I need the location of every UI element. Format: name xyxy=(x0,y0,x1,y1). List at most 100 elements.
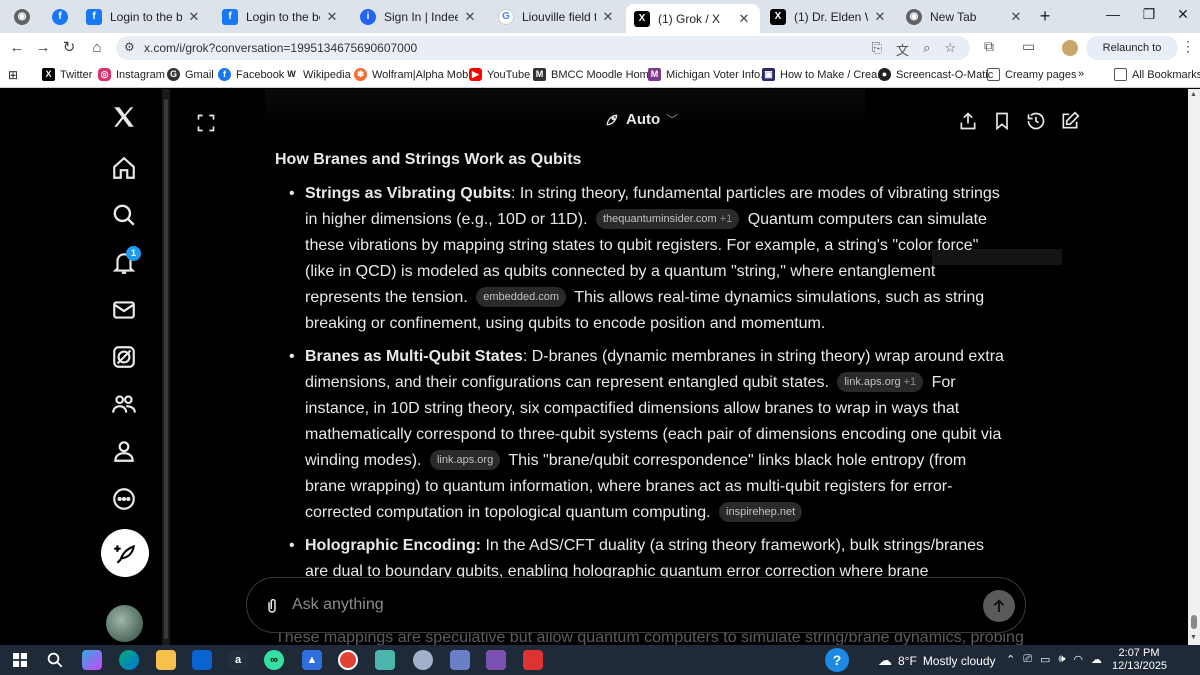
extensions-icon[interactable]: ⧉ xyxy=(984,38,994,55)
tab-login-1[interactable]: f Login to the best dat ✕ xyxy=(78,4,210,29)
communities-icon[interactable] xyxy=(110,390,138,418)
source-chip[interactable]: inspirehep.net xyxy=(719,502,803,522)
bookmark-facebook[interactable]: f Facebook xyxy=(218,68,284,81)
bookmark-michigan[interactable]: M Michigan Voter Info... xyxy=(648,68,769,81)
source-chip[interactable]: link.aps.org +1 xyxy=(837,372,924,392)
install-app-icon[interactable]: ⎘ xyxy=(872,40,882,59)
close-icon[interactable]: ✕ xyxy=(324,9,340,25)
avatar[interactable] xyxy=(106,605,143,642)
chevron-up-icon[interactable]: ⌃ xyxy=(1006,653,1015,666)
site-info-icon[interactable]: ⚙ xyxy=(124,40,135,54)
close-icon[interactable]: ✕ xyxy=(600,9,616,25)
tab-login-2[interactable]: f Login to the best dat ✕ xyxy=(214,4,348,29)
window-close-icon[interactable]: ✕ xyxy=(1168,6,1198,23)
weather-widget[interactable]: ☁ 8°F Mostly cloudy xyxy=(878,652,996,669)
app-icon-2[interactable] xyxy=(413,650,433,670)
sidebar-scrollbar[interactable] xyxy=(162,89,170,645)
file-explorer-icon[interactable] xyxy=(156,650,176,670)
x-logo-icon[interactable] xyxy=(110,103,138,131)
all-bookmarks[interactable]: All Bookmarks xyxy=(1114,68,1200,81)
tab-chrome[interactable]: ◉ xyxy=(6,4,42,29)
source-chip[interactable]: thequantuminsider.com +1 xyxy=(595,209,740,229)
tripadvisor-icon[interactable]: ∞ xyxy=(264,650,284,670)
amazon-icon[interactable]: a xyxy=(228,650,248,670)
bookmark-star-icon[interactable]: ☆ xyxy=(944,40,956,59)
forward-icon[interactable]: → xyxy=(32,38,54,58)
bookmark-wikipedia[interactable]: W Wikipedia xyxy=(285,68,351,81)
app-icon-3[interactable] xyxy=(486,650,506,670)
close-icon[interactable]: ✕ xyxy=(1008,9,1024,25)
zoom-icon[interactable]: ⌕ xyxy=(923,40,930,59)
bookmark-creamy-pages[interactable]: Creamy pages xyxy=(987,68,1077,81)
home-icon[interactable] xyxy=(110,154,138,182)
relaunch-button[interactable]: Relaunch to update xyxy=(1086,36,1178,78)
close-icon[interactable]: ✕ xyxy=(736,11,752,27)
bookmark-wolfram[interactable]: ✱ Wolfram|Alpha Mob... xyxy=(354,68,477,81)
tab-elden[interactable]: X (1) Dr. Elden Wayne ✕ xyxy=(762,4,896,29)
bookmark-moodle[interactable]: M BMCC Moodle Hom... xyxy=(533,68,658,81)
tab-facebook[interactable]: f xyxy=(44,4,76,29)
notes-icon[interactable] xyxy=(375,650,395,670)
ask-input[interactable]: Ask anything xyxy=(292,596,384,614)
restore-icon[interactable]: ❐ xyxy=(1134,6,1164,23)
bookmark-twitter[interactable]: X Twitter xyxy=(42,68,92,81)
tab-indeed[interactable]: i Sign In | Indeed Acco ✕ xyxy=(352,4,486,29)
reload-icon[interactable]: ↻ xyxy=(58,38,80,58)
expand-icon[interactable] xyxy=(196,113,216,138)
edge-icon[interactable] xyxy=(119,650,139,670)
profile-icon[interactable] xyxy=(1062,40,1078,56)
page-scrollbar[interactable]: ▲ ▼ xyxy=(1188,89,1200,645)
history-icon[interactable] xyxy=(1026,111,1046,131)
close-icon[interactable]: ✕ xyxy=(462,9,478,25)
source-chip[interactable]: link.aps.org xyxy=(429,450,501,470)
compose-post-button[interactable] xyxy=(101,529,149,577)
tab-search-icon[interactable]: ▭ xyxy=(1022,38,1035,55)
app-icon[interactable]: ▲ xyxy=(302,650,322,670)
model-mode-selector[interactable]: Auto ﹀ xyxy=(604,111,678,128)
close-icon[interactable]: ✕ xyxy=(872,9,888,25)
more-icon[interactable] xyxy=(110,485,138,513)
close-icon[interactable]: ✕ xyxy=(186,9,202,25)
tab-google[interactable]: G Liouville field theory ✕ xyxy=(490,4,624,29)
bookmark-screencast[interactable]: ● Screencast-O-Matic xyxy=(878,68,993,81)
home-icon[interactable]: ⌂ xyxy=(86,38,108,58)
messages-icon[interactable] xyxy=(110,296,138,324)
bookmark-instagram[interactable]: ◎ Instagram xyxy=(98,68,165,81)
address-bar[interactable]: ⚙ x.com/i/grok?conversation=199513467569… xyxy=(116,36,970,60)
back-icon[interactable]: ← xyxy=(6,38,28,58)
new-tab-button[interactable]: + xyxy=(1034,6,1056,28)
bookmark-youtube[interactable]: ▶ YouTube xyxy=(469,68,530,81)
bookmark-icon[interactable] xyxy=(992,111,1012,131)
help-icon[interactable]: ? xyxy=(825,648,849,672)
outlook-icon[interactable] xyxy=(192,650,212,670)
menu-icon[interactable]: ⋮ xyxy=(1181,38,1195,55)
chrome-icon[interactable] xyxy=(338,650,358,670)
windows-start-icon[interactable] xyxy=(10,650,30,670)
search-icon[interactable] xyxy=(110,201,138,229)
calendar-icon[interactable] xyxy=(450,650,470,670)
share-icon[interactable] xyxy=(958,111,978,131)
translate-icon[interactable]: 文 xyxy=(896,40,909,59)
scroll-down-icon[interactable]: ▼ xyxy=(1190,634,1197,641)
apps-icon[interactable]: ⊞ xyxy=(8,68,18,82)
network-icon[interactable]: ⎚ xyxy=(1023,653,1032,666)
clock[interactable]: 2:07 PM 12/13/2025 xyxy=(1112,647,1167,673)
battery-icon[interactable]: ▭ xyxy=(1040,653,1050,666)
app-icon-4[interactable] xyxy=(523,650,543,670)
more-bookmarks-button[interactable]: » xyxy=(1078,68,1084,80)
attach-icon[interactable] xyxy=(263,596,281,621)
grok-icon[interactable] xyxy=(110,343,138,371)
cloud-sync-icon[interactable]: ☁ xyxy=(1091,653,1102,666)
tab-grok[interactable]: X (1) Grok / X ✕ xyxy=(626,4,760,33)
url-text[interactable]: x.com/i/grok?conversation=19951346756906… xyxy=(144,41,417,55)
bookmark-gmail[interactable]: G Gmail xyxy=(167,68,214,81)
search-icon[interactable] xyxy=(45,650,65,670)
new-chat-icon[interactable] xyxy=(1060,111,1080,131)
minimize-icon[interactable]: — xyxy=(1098,6,1128,22)
bookmark-how-to-make[interactable]: ▣ How to Make / Crea... xyxy=(762,68,886,81)
profile-icon[interactable] xyxy=(110,437,138,465)
tab-newtab[interactable]: ◉ New Tab ✕ xyxy=(898,4,1032,29)
volume-icon[interactable]: 🕪 xyxy=(1058,653,1065,666)
source-chip[interactable]: embedded.com xyxy=(476,287,567,307)
wifi-icon[interactable]: ◠ xyxy=(1073,653,1083,666)
